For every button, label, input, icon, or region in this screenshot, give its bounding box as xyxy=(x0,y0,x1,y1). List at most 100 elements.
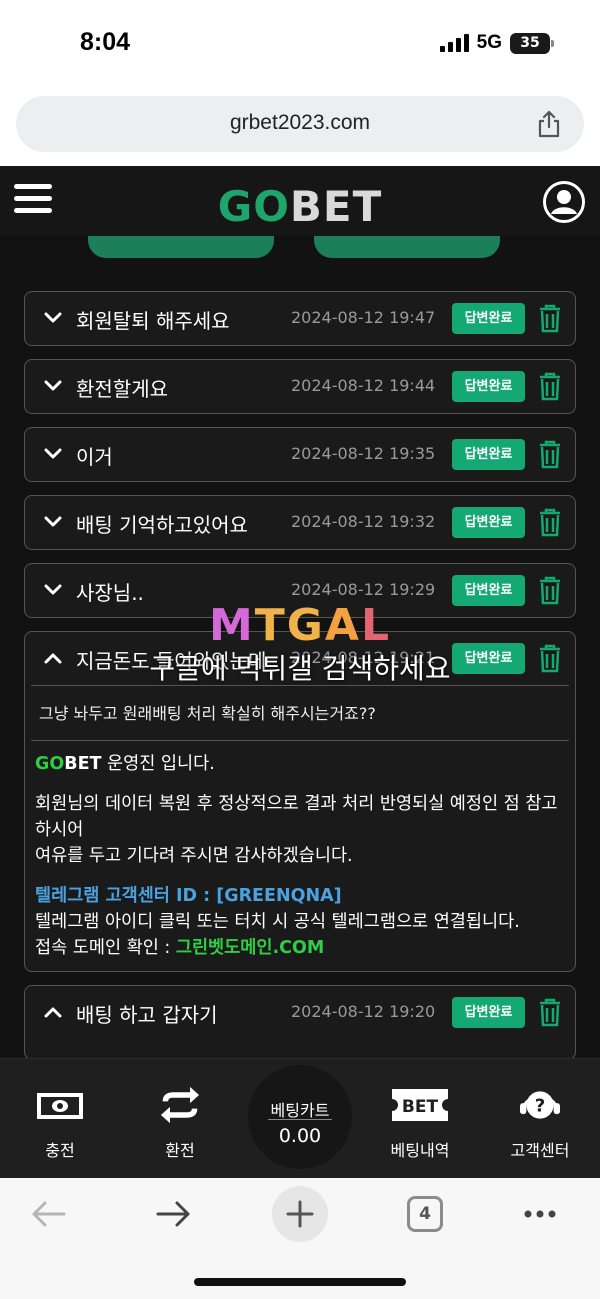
inquiry-date: 2024-08-12 19:35 xyxy=(291,444,436,463)
chevron-down-icon[interactable] xyxy=(43,513,63,531)
plus-icon xyxy=(286,1200,314,1228)
trash-icon[interactable] xyxy=(538,576,562,605)
inquiry-date: 2024-08-12 19:44 xyxy=(291,376,436,395)
nav-support-label: 고객센터 xyxy=(510,1141,570,1160)
inquiry-body-partial xyxy=(25,1039,575,1059)
home-indicator[interactable] xyxy=(194,1278,406,1286)
support-headset-icon: ? xyxy=(520,1091,560,1119)
address-bar[interactable]: grbet2023.com xyxy=(16,96,584,152)
inquiry-item: 배팅 기억하고있어요 2024-08-12 19:32 답변완료 xyxy=(24,495,576,550)
inquiry-header[interactable]: 회원탈퇴 해주세요 2024-08-12 19:47 답변완료 xyxy=(25,292,575,345)
status-badge: 답변완료 xyxy=(452,439,525,470)
cash-icon xyxy=(37,1093,83,1119)
inquiry-item: 사장님.. 2024-08-12 19:29 답변완료 xyxy=(24,563,576,618)
inquiry-title: 환전할게요 xyxy=(76,377,168,401)
status-badge: 답변완료 xyxy=(452,575,525,606)
status-time: 8:04 xyxy=(80,28,131,56)
browser-toolbar: 4 xyxy=(0,1178,600,1299)
inquiry-item: 회원탈퇴 해주세요 2024-08-12 19:47 답변완료 xyxy=(24,291,576,346)
answer-brand-bet: BET xyxy=(64,754,102,774)
status-badge: 답변완료 xyxy=(452,507,525,538)
inquiry-title: 배팅 하고 갑자기 xyxy=(76,1003,218,1027)
status-badge: 답변완료 xyxy=(452,643,525,674)
answer-body-1: 회원님의 데이터 복원 후 정상적으로 결과 처리 반영되실 예정인 점 참고하… xyxy=(35,794,558,840)
chevron-up-icon[interactable] xyxy=(43,649,63,667)
forward-icon[interactable] xyxy=(154,1194,194,1234)
chevron-down-icon[interactable] xyxy=(43,445,63,463)
chevron-down-icon[interactable] xyxy=(43,377,63,395)
domain-label: 접속 도메인 확인 : xyxy=(35,938,176,958)
inquiry-item: 지금돈도 들어와있는데 2024-08-12 19:21 답변완료그냥 놔두고 원래… xyxy=(24,631,576,972)
inquiry-item: 이거 2024-08-12 19:35 답변완료 xyxy=(24,427,576,482)
share-icon[interactable] xyxy=(536,110,562,138)
status-indicators: 5G 35 xyxy=(439,32,554,54)
answer-brand-go: GO xyxy=(35,754,65,774)
chevron-down-icon[interactable] xyxy=(43,581,63,599)
nav-support[interactable]: ? 고객센터 xyxy=(480,1059,600,1179)
inquiry-title: 사장님.. xyxy=(76,581,144,605)
cart-value: 0.00 xyxy=(278,1125,322,1147)
inquiry-date: 2024-08-12 19:29 xyxy=(291,580,436,599)
user-account-icon[interactable] xyxy=(542,180,586,224)
exchange-icon xyxy=(160,1086,200,1124)
inquiry-item: 환전할게요 2024-08-12 19:44 답변완료 xyxy=(24,359,576,414)
web-app: GOBET 회원탈퇴 해주세요 2024-08-12 19:47 답변완료 환전할게요… xyxy=(0,166,600,1178)
status-badge: 답변완료 xyxy=(452,303,525,334)
tabs-button[interactable]: 4 xyxy=(407,1196,443,1232)
battery-icon: 35 xyxy=(510,32,554,54)
inquiry-header[interactable]: 이거 2024-08-12 19:35 답변완료 xyxy=(25,428,575,481)
inquiry-header[interactable]: 사장님.. 2024-08-12 19:29 답변완료 xyxy=(25,564,575,617)
signal-icon xyxy=(439,34,469,52)
inquiry-list: 회원탈퇴 해주세요 2024-08-12 19:47 답변완료 환전할게요 2024-0… xyxy=(24,291,576,1073)
trash-icon[interactable] xyxy=(538,508,562,537)
inquiry-date: 2024-08-12 19:21 xyxy=(291,648,436,667)
inquiry-title: 이거 xyxy=(76,445,113,469)
new-tab-button[interactable] xyxy=(272,1186,328,1242)
trash-icon[interactable] xyxy=(538,440,562,469)
inquiry-title: 배팅 기억하고있어요 xyxy=(76,513,248,537)
trash-icon[interactable] xyxy=(538,644,562,673)
inquiry-header[interactable]: 지금돈도 들어와있는데 2024-08-12 19:21 답변완료 xyxy=(25,632,575,685)
svg-text:?: ? xyxy=(535,1095,546,1116)
inquiry-title: 회원탈퇴 해주세요 xyxy=(76,309,230,333)
inquiry-date: 2024-08-12 19:20 xyxy=(291,1002,436,1021)
inquiry-answer: GOBET 운영진 입니다. 회원님의 데이터 복원 후 정상적으로 결과 처리 … xyxy=(31,740,569,971)
trash-icon[interactable] xyxy=(538,304,562,333)
browser-address-area: grbet2023.com xyxy=(0,90,600,166)
betting-cart[interactable]: 베팅카트 0.00 xyxy=(248,1065,352,1169)
status-badge: 답변완료 xyxy=(452,371,525,402)
trash-icon[interactable] xyxy=(538,372,562,401)
inquiry-title: 지금돈도 들어와있는데 xyxy=(76,649,267,673)
inquiry-header[interactable]: 배팅 기억하고있어요 2024-08-12 19:32 답변완료 xyxy=(25,496,575,549)
chevron-up-icon[interactable] xyxy=(43,1003,63,1021)
svg-text:BET: BET xyxy=(402,1097,439,1117)
inquiry-header[interactable]: 배팅 하고 갑자기 2024-08-12 19:20 답변완료 xyxy=(25,986,575,1039)
site-logo[interactable]: GOBET xyxy=(0,182,600,231)
trash-icon[interactable] xyxy=(538,998,562,1027)
network-label: 5G xyxy=(476,32,502,53)
nav-bet-history-label: 베팅내역 xyxy=(390,1141,450,1160)
nav-charge[interactable]: 충전 xyxy=(0,1059,120,1179)
bet-ticket-icon: BET xyxy=(392,1089,448,1121)
answer-intro-line: GOBET 운영진 입니다. xyxy=(35,751,561,777)
answer-body: 회원님의 데이터 복원 후 정상적으로 결과 처리 반영되실 예정인 점 참고하… xyxy=(35,791,561,869)
domain-link[interactable]: 그린벳도메인.COM xyxy=(176,938,324,958)
nav-exchange[interactable]: 환전 xyxy=(120,1059,240,1179)
status-badge: 답변완료 xyxy=(452,997,525,1028)
inquiry-question: 그냥 놔두고 원래배팅 처리 확실히 해주시는거죠?? xyxy=(31,685,569,734)
answer-telegram: 텔레그램 고객센터 ID : [GREENQNA] 텔레그램 아이디 클릭 또는 … xyxy=(35,883,561,961)
back-icon[interactable] xyxy=(28,1194,68,1234)
chevron-down-icon[interactable] xyxy=(43,309,63,327)
nav-bet-history[interactable]: BET 베팅내역 xyxy=(360,1059,480,1179)
telegram-desc: 텔레그램 아이디 클릭 또는 터치 시 공식 텔레그램으로 연결됩니다. xyxy=(35,912,520,932)
inquiry-header[interactable]: 환전할게요 2024-08-12 19:44 답변완료 xyxy=(25,360,575,413)
cart-title: 베팅카트 xyxy=(270,1101,330,1120)
more-icon[interactable] xyxy=(520,1194,560,1234)
nav-exchange-label: 환전 xyxy=(165,1141,195,1160)
bottom-navigation: 충전 환전 베팅카트 0.00 BET 베팅내역 ? 고객센터 xyxy=(0,1058,600,1178)
url-text[interactable]: grbet2023.com xyxy=(16,111,584,135)
inquiry-date: 2024-08-12 19:47 xyxy=(291,308,436,327)
telegram-id-link[interactable]: 텔레그램 고객센터 ID : [GREENQNA] xyxy=(35,886,342,906)
nav-charge-label: 충전 xyxy=(45,1141,75,1160)
inquiry-item: 배팅 하고 갑자기 2024-08-12 19:20 답변완료 xyxy=(24,985,576,1060)
